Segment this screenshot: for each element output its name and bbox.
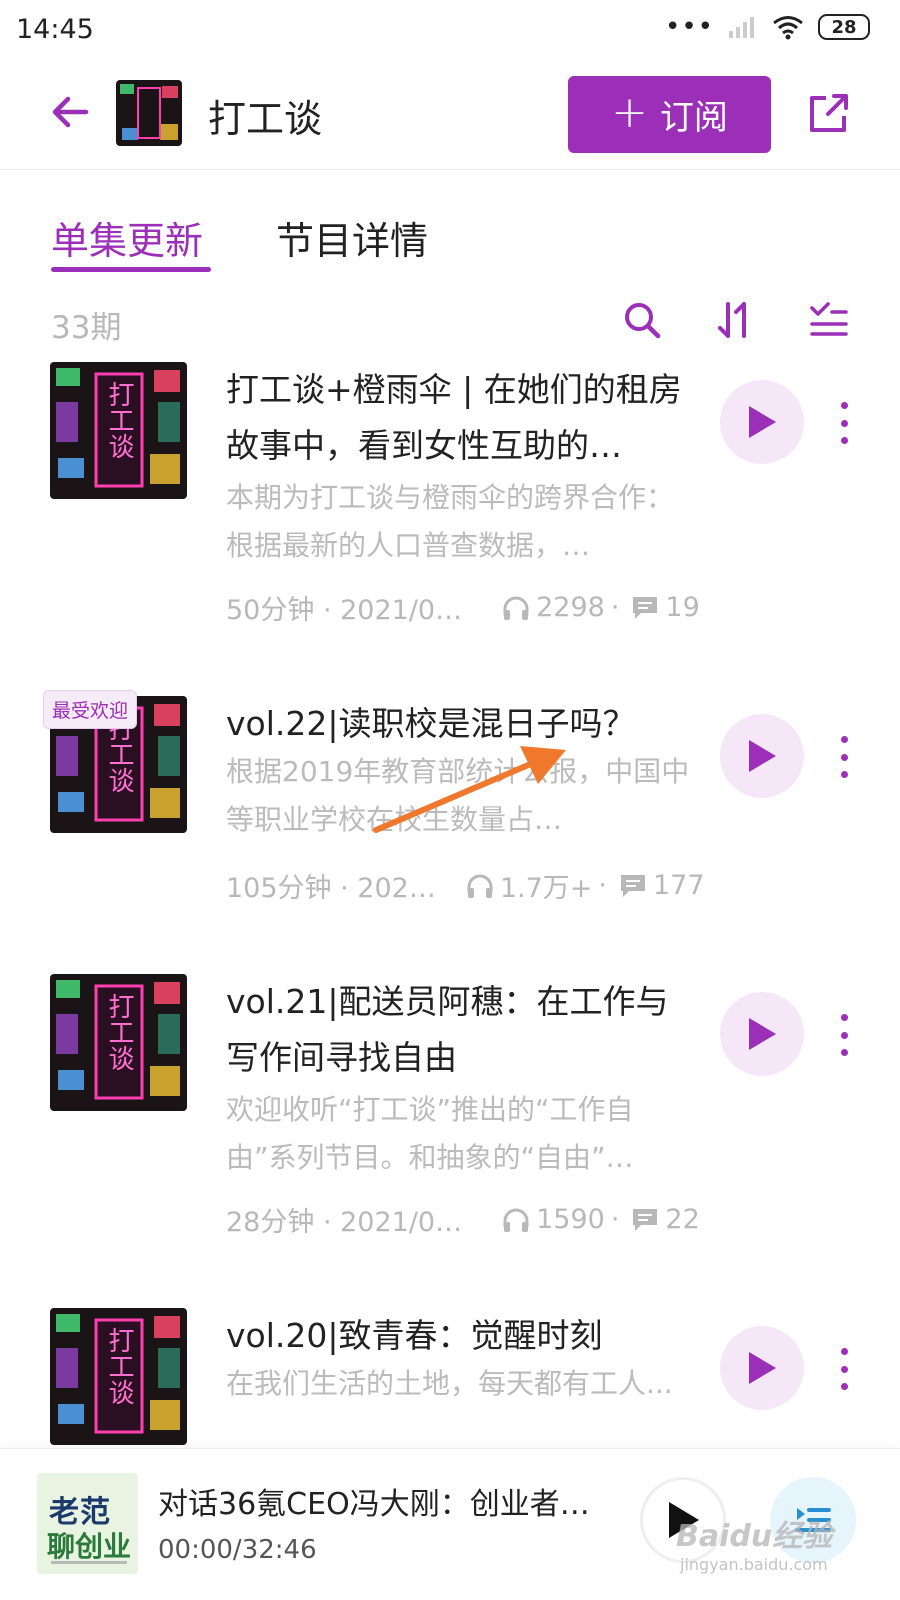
svg-text:打工谈: 打工谈 xyxy=(104,993,134,1071)
tab-details[interactable]: 节目详情 xyxy=(276,210,428,265)
now-playing-time: 00:00/32:46 xyxy=(158,1535,317,1565)
episode-item[interactable]: 打工谈 vol.20|致青春：觉醒时刻 在我们生活的土地，每天都有工人... xyxy=(0,1308,900,1448)
tab-episodes[interactable]: 单集更新 xyxy=(51,210,203,265)
episode-duration-date: 28分钟 · 2021/0… xyxy=(226,1207,463,1238)
more-options-icon[interactable] xyxy=(832,732,856,782)
episode-description: 本期为打工谈与橙雨伞的跨界合作：根据最新的人口普查数据，… xyxy=(226,481,675,562)
comment-icon xyxy=(620,874,645,897)
headphones-icon xyxy=(503,1208,529,1232)
episode-title[interactable]: 打工谈+橙雨伞 | 在她们的租房故事中，看到女性互助的… xyxy=(226,362,696,474)
play-button[interactable] xyxy=(720,1326,804,1410)
podcast-title: 打工谈 xyxy=(208,97,323,141)
now-playing-title[interactable]: 对话36氪CEO冯大刚：创业者… xyxy=(158,1479,598,1523)
episode-title[interactable]: vol.22|读职校是混日子吗？ xyxy=(226,696,696,752)
share-icon[interactable] xyxy=(804,90,852,138)
episode-description: 在我们生活的土地，每天都有工人... xyxy=(226,1367,673,1400)
comment-icon xyxy=(633,1208,658,1231)
play-icon xyxy=(749,1018,776,1050)
episode-cover: 打工谈 xyxy=(50,1308,187,1445)
tab-bar: 单集更新 节目详情 xyxy=(0,200,900,280)
episode-comments: 22 xyxy=(665,1204,700,1235)
cover-line-2: 聊创业 xyxy=(47,1530,132,1563)
more-options-icon[interactable] xyxy=(832,1344,856,1394)
subscribe-button[interactable]: + 订阅 xyxy=(568,76,771,153)
episode-title[interactable]: vol.21|配送员阿穗：在工作与写作间寻找自由 xyxy=(226,974,696,1086)
more-dots-icon: ••• xyxy=(664,12,714,42)
search-icon[interactable] xyxy=(620,298,664,342)
now-playing-cover: 老范 聊创业 xyxy=(37,1473,138,1574)
play-button[interactable] xyxy=(720,380,804,464)
episode-count: 33期 xyxy=(51,310,122,346)
play-icon xyxy=(749,740,776,772)
play-icon xyxy=(749,406,776,438)
episode-cover: 打工谈 xyxy=(50,362,187,499)
signal-icon xyxy=(729,17,754,38)
play-icon xyxy=(749,1352,776,1384)
episode-listens: 1.7万+ xyxy=(499,873,593,904)
status-bar: 14:45 ••• 28 xyxy=(0,0,900,60)
plus-icon: + xyxy=(611,86,648,138)
more-options-icon[interactable] xyxy=(832,398,856,448)
watermark: Baidu经验 xyxy=(676,1519,833,1554)
episode-description: 根据2019年教育部统计公报，中国中等职业学校在校生数量占… xyxy=(226,755,690,836)
headphones-icon xyxy=(467,874,493,898)
play-button[interactable] xyxy=(720,992,804,1076)
headphones-icon xyxy=(503,596,529,620)
subscribe-label: 订阅 xyxy=(659,98,728,138)
back-arrow-icon[interactable] xyxy=(46,88,94,136)
watermark-url: jingyan.baidu.com xyxy=(680,1555,828,1574)
status-icons: ••• 28 xyxy=(665,14,870,40)
play-button[interactable] xyxy=(720,714,804,798)
sort-icon[interactable] xyxy=(714,298,758,342)
episode-comments: 19 xyxy=(665,592,700,623)
wifi-icon xyxy=(773,16,803,40)
svg-text:打工谈: 打工谈 xyxy=(104,1327,134,1405)
episode-item[interactable]: 打工谈 vol.21|配送员阿穗：在工作与写作间寻找自由 欢迎收听“打工谈”推出… xyxy=(0,974,900,1304)
popular-badge: 最受欢迎 xyxy=(43,690,138,729)
tab-indicator xyxy=(51,267,211,272)
episode-description: 欢迎收听“打工谈”推出的“工作自由”系列节目。和抽象的“自由”… xyxy=(226,1093,634,1174)
episode-comments: 177 xyxy=(652,870,705,901)
episode-duration-date: 105分钟 · 202… xyxy=(226,873,436,904)
episode-meta: 105分钟 · 202… 1.7万+ · 177 xyxy=(226,866,705,905)
batch-select-icon[interactable] xyxy=(806,298,850,342)
svg-text:打工谈: 打工谈 xyxy=(104,381,134,459)
mini-player[interactable]: 老范 聊创业 对话36氪CEO冯大刚：创业者… 00:00/32:46 Baid… xyxy=(0,1448,900,1600)
episode-listens: 2298 xyxy=(536,592,605,623)
battery-indicator: 28 xyxy=(818,14,870,40)
episode-meta: 28分钟 · 2021/0… 1590 · 22 xyxy=(226,1200,700,1239)
episode-duration-date: 50分钟 · 2021/0… xyxy=(226,595,463,626)
episode-list: 打工谈 打工谈+橙雨伞 | 在她们的租房故事中，看到女性互助的… 本期为打工谈与… xyxy=(0,362,900,1448)
more-options-icon[interactable] xyxy=(832,1010,856,1060)
comment-icon xyxy=(633,596,658,619)
podcast-cover xyxy=(116,80,182,146)
status-time: 14:45 xyxy=(16,14,94,45)
header: 打工谈 + 订阅 xyxy=(0,60,900,170)
episode-listens: 1590 xyxy=(536,1204,605,1235)
episode-meta: 50分钟 · 2021/0… 2298 · 19 xyxy=(226,588,700,627)
episode-item[interactable]: 打工谈 打工谈+橙雨伞 | 在她们的租房故事中，看到女性互助的… 本期为打工谈与… xyxy=(0,362,900,692)
episode-title[interactable]: vol.20|致青春：觉醒时刻 xyxy=(226,1308,696,1364)
episode-cover: 打工谈 xyxy=(50,974,187,1111)
